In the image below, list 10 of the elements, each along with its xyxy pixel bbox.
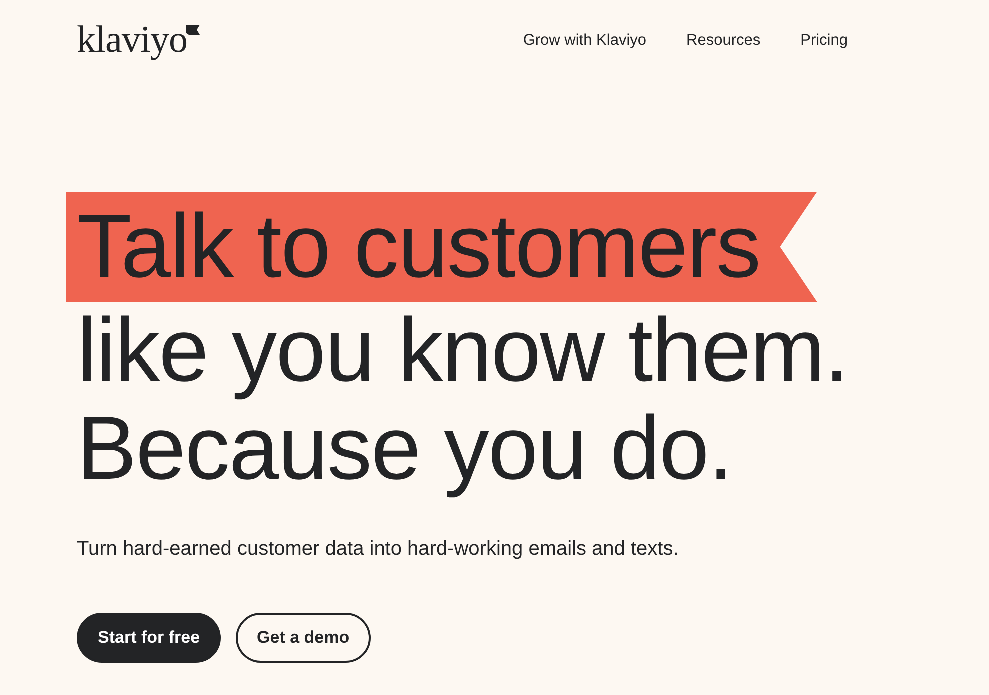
nav-link[interactable]: Grow with Klaviyo: [523, 31, 647, 51]
flag-icon: [186, 25, 200, 35]
headline-text: like you know them. Because you do.: [77, 302, 850, 498]
headline-banner: Talk to customers: [66, 192, 818, 302]
logo-wordmark[interactable]: klaviyo: [77, 18, 188, 62]
nav-link[interactable]: Pricing: [800, 31, 848, 51]
start-free-button[interactable]: Start for free: [77, 613, 222, 663]
nav-link[interactable]: Resources: [686, 31, 761, 51]
hero-subtitle: Turn hard-earned customer data into hard-working emails and texts.: [77, 537, 680, 562]
demo-button[interactable]: Get a demo: [236, 613, 371, 663]
